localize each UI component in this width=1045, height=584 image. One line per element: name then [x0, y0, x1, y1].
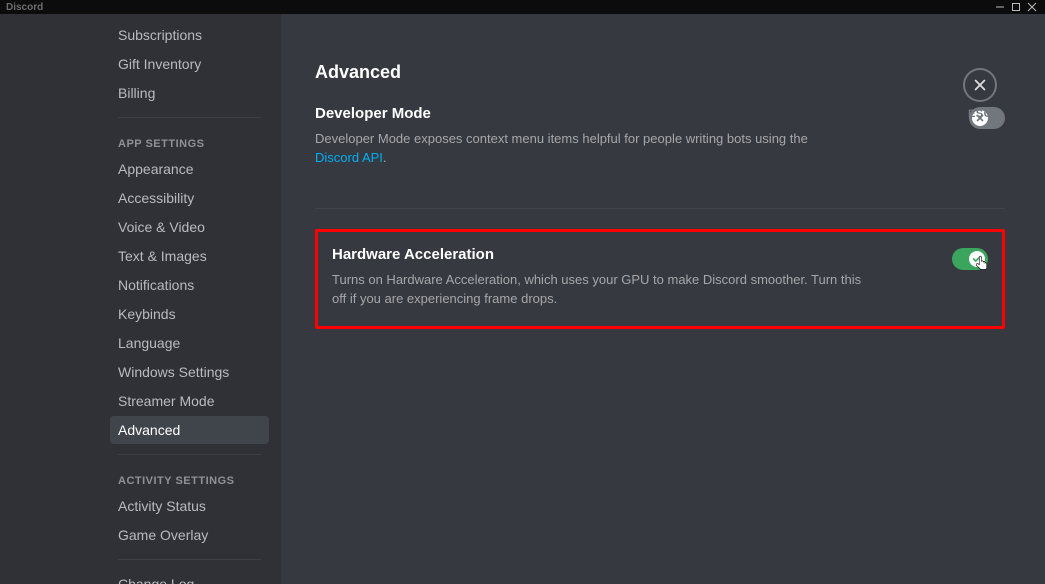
- app-window: Discord Subscriptions Gift Inventory Bil…: [0, 0, 1045, 584]
- sidebar-item-streamer-mode[interactable]: Streamer Mode: [110, 387, 269, 415]
- sidebar-item-keybinds[interactable]: Keybinds: [110, 300, 269, 328]
- setting-description: Developer Mode exposes context menu item…: [315, 130, 855, 168]
- desc-text: Developer Mode exposes context menu item…: [315, 131, 808, 146]
- divider: [118, 559, 261, 560]
- close-settings-button[interactable]: [963, 68, 997, 102]
- settings-sidebar: Subscriptions Gift Inventory Billing APP…: [0, 14, 281, 584]
- close-window-button[interactable]: [1025, 1, 1039, 13]
- setting-developer-mode: Developer Mode Developer Mode exposes co…: [315, 105, 1005, 188]
- divider: [118, 454, 261, 455]
- close-label: ESC: [963, 108, 997, 120]
- sidebar-item-billing[interactable]: Billing: [110, 79, 269, 107]
- setting-hardware-acceleration: Hardware Acceleration Turns on Hardware …: [315, 229, 1005, 330]
- sidebar-item-change-log[interactable]: Change Log: [110, 570, 269, 584]
- divider: [118, 117, 261, 118]
- discord-api-link[interactable]: Discord API: [315, 150, 383, 165]
- sidebar-header-app-settings: APP SETTINGS: [110, 128, 269, 154]
- setting-title: Hardware Acceleration: [332, 246, 872, 263]
- sidebar-item-voice-video[interactable]: Voice & Video: [110, 213, 269, 241]
- minimize-button[interactable]: [993, 1, 1007, 13]
- sidebar-item-notifications[interactable]: Notifications: [110, 271, 269, 299]
- sidebar-item-subscriptions[interactable]: Subscriptions: [110, 21, 269, 49]
- setting-title: Developer Mode: [315, 105, 855, 122]
- close-icon: [972, 77, 988, 93]
- titlebar-controls: [993, 1, 1039, 13]
- sidebar-item-language[interactable]: Language: [110, 329, 269, 357]
- sidebar-item-text-images[interactable]: Text & Images: [110, 242, 269, 270]
- sidebar-header-activity-settings: ACTIVITY SETTINGS: [110, 465, 269, 491]
- desc-text-suffix: .: [383, 150, 387, 165]
- maximize-button[interactable]: [1009, 1, 1023, 13]
- sidebar-item-accessibility[interactable]: Accessibility: [110, 184, 269, 212]
- sidebar-item-game-overlay[interactable]: Game Overlay: [110, 521, 269, 549]
- page-title: Advanced: [315, 62, 1005, 83]
- sidebar-item-windows-settings[interactable]: Windows Settings: [110, 358, 269, 386]
- sidebar-item-advanced[interactable]: Advanced: [110, 416, 269, 444]
- close-panel: ESC: [963, 68, 997, 120]
- app-title: Discord: [6, 2, 43, 13]
- hardware-acceleration-toggle[interactable]: [952, 248, 988, 270]
- titlebar: Discord: [0, 0, 1045, 14]
- divider: [315, 208, 1005, 209]
- settings-content: Advanced Developer Mode Developer Mode e…: [281, 14, 1045, 584]
- sidebar-item-gift-inventory[interactable]: Gift Inventory: [110, 50, 269, 78]
- sidebar-item-appearance[interactable]: Appearance: [110, 155, 269, 183]
- body: Subscriptions Gift Inventory Billing APP…: [0, 14, 1045, 584]
- setting-description: Turns on Hardware Acceleration, which us…: [332, 271, 872, 309]
- sidebar-item-activity-status[interactable]: Activity Status: [110, 492, 269, 520]
- toggle-knob: [969, 251, 985, 267]
